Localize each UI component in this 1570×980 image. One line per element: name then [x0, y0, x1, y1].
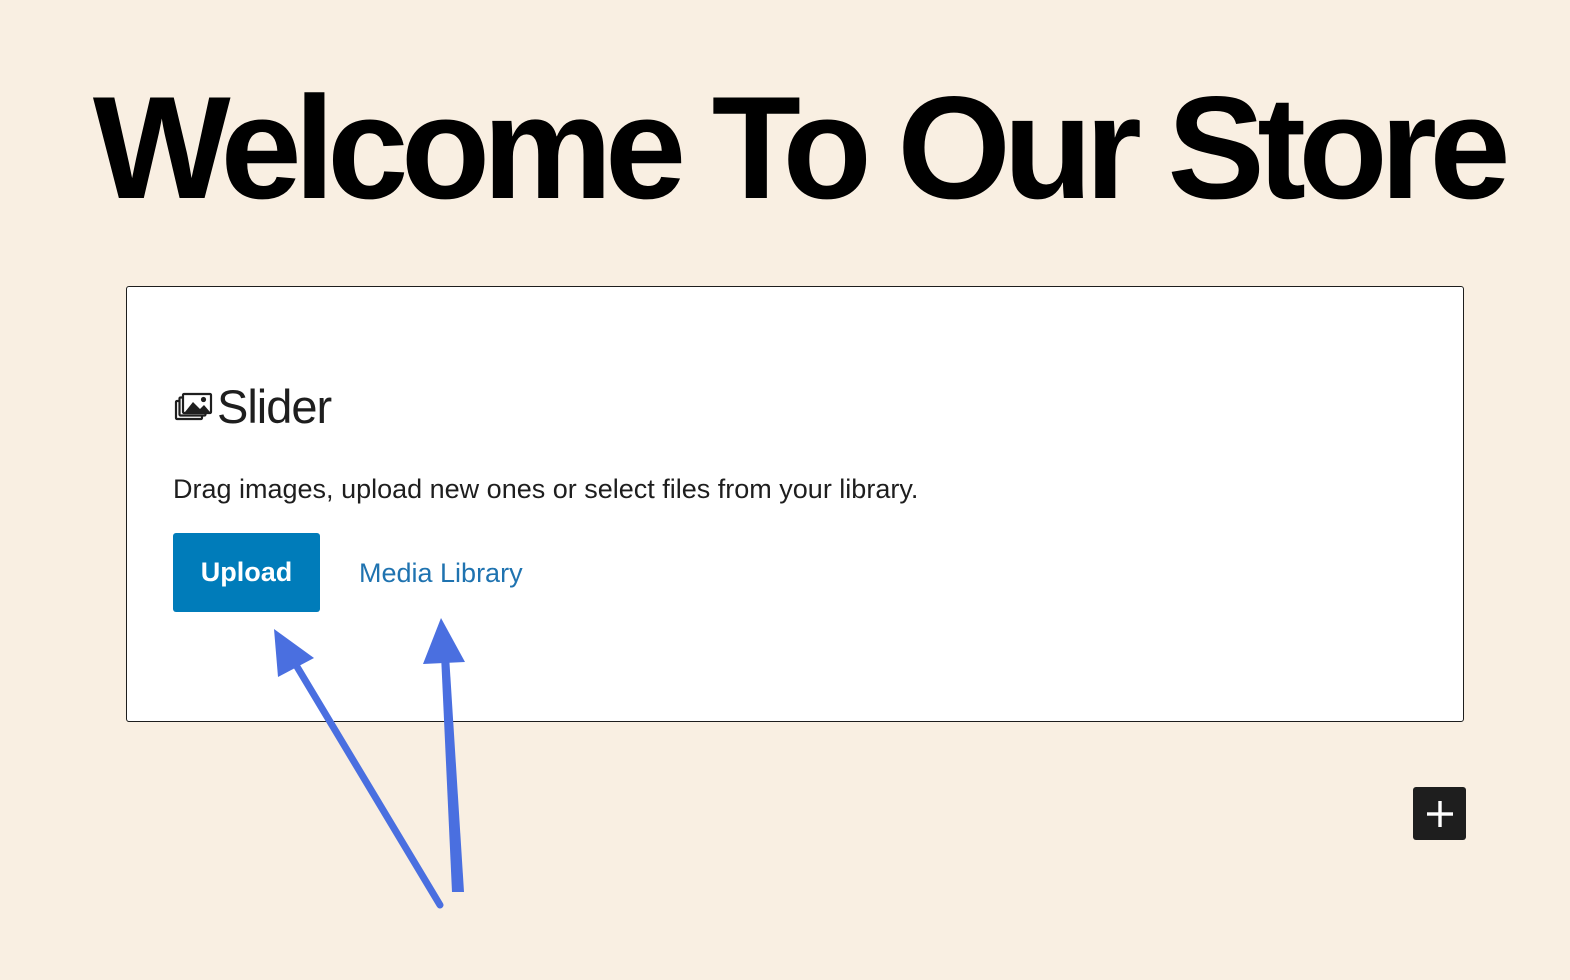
add-block-button[interactable] — [1413, 787, 1466, 840]
plus-icon — [1426, 800, 1453, 827]
slider-block-placeholder[interactable]: Slider Drag images, upload new ones or s… — [126, 286, 1464, 722]
block-label: Slider — [173, 379, 332, 435]
media-library-button[interactable]: Media Library — [359, 553, 523, 593]
page-title: Welcome To Our Store — [92, 66, 1511, 229]
block-instructions: Drag images, upload new ones or select f… — [173, 474, 919, 504]
upload-button[interactable]: Upload — [173, 533, 320, 612]
gallery-icon — [174, 392, 213, 421]
block-title: Slider — [217, 380, 332, 433]
